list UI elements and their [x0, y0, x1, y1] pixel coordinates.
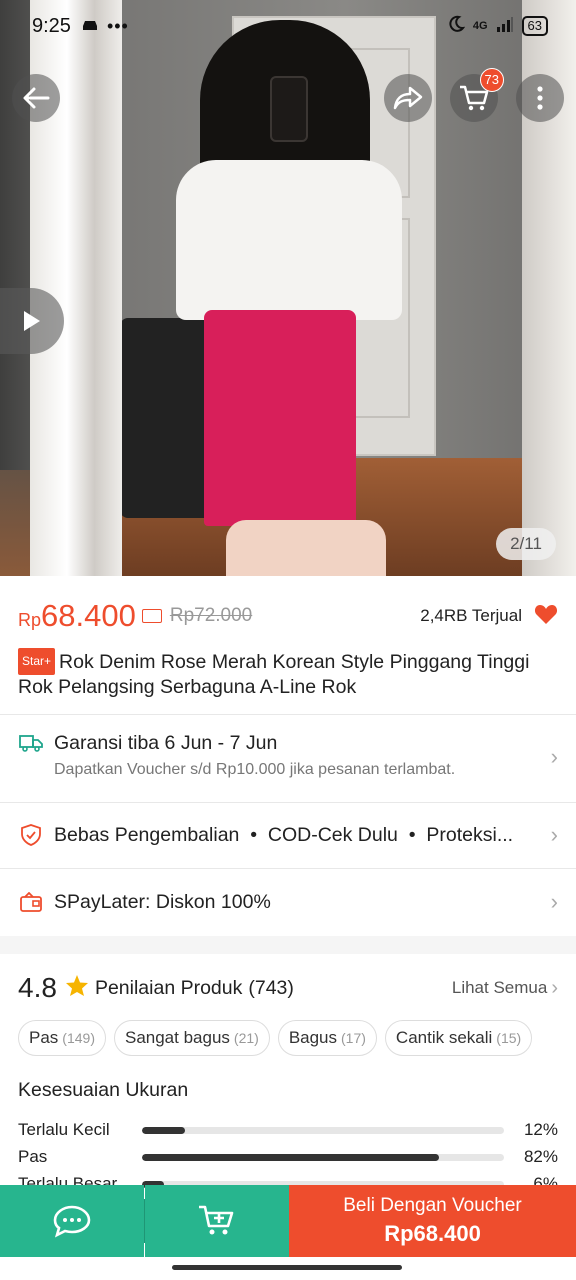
truck-icon — [18, 734, 44, 752]
shipping-subtitle: Dapatkan Voucher s/d Rp10.000 jika pesan… — [54, 761, 456, 778]
star-icon — [65, 974, 89, 1003]
back-button[interactable] — [12, 74, 60, 122]
original-price: Rp72.000 — [169, 605, 253, 626]
review-chips: Pas (149) Sangat bagus (21) Bagus (17) Cant… — [18, 1020, 568, 1056]
review-chip[interactable]: Bagus (17) — [277, 1020, 377, 1056]
paylater-text: SPayLater: Diskon 100% — [54, 890, 271, 913]
status-time: 9:25 — [32, 14, 71, 37]
arrow-left-icon — [23, 87, 50, 109]
chip-label: Pas — [29, 1028, 59, 1047]
moon-icon — [447, 15, 466, 38]
size-fit-bar — [142, 1153, 504, 1161]
services-row[interactable]: Bebas Pengembalian • COD-Cek Dulu • Prot… — [18, 820, 558, 850]
add-to-cart-button[interactable] — [145, 1185, 289, 1257]
shipping-row[interactable]: Garansi tiba 6 Jun - 7 Jun Dapatkan Vouc… — [18, 732, 558, 788]
chip-count: (149) — [62, 1030, 95, 1046]
see-all-link[interactable]: Lihat Semua — [452, 978, 547, 998]
buy-with-voucher-button[interactable]: Beli Dengan Voucher Rp68.400 — [289, 1185, 576, 1257]
chip-label: Cantik sekali — [395, 1028, 493, 1047]
buy-button-price: Rp68.400 — [384, 1221, 481, 1246]
status-bar: 9:25 ••• 4G 63 — [0, 0, 576, 52]
car-icon — [81, 16, 99, 37]
voucher-icon — [141, 609, 162, 623]
size-fit-label: Terlalu Kecil — [18, 1120, 110, 1139]
play-video-button[interactable] — [0, 288, 64, 354]
size-fit-percent: 82% — [523, 1147, 558, 1166]
network-label: 4G — [472, 20, 488, 32]
section-divider — [0, 936, 576, 954]
chevron-right-icon: › — [551, 976, 558, 999]
size-fit-bar-fill — [142, 1126, 186, 1134]
cart-count-badge: 73 — [479, 68, 504, 92]
chevron-right-icon: › — [550, 822, 558, 847]
review-chip[interactable]: Cantik sekali (15) — [384, 1020, 533, 1056]
services-text: Bebas Pengembalian • COD-Cek Dulu • Prot… — [54, 823, 514, 846]
more-vertical-icon — [537, 86, 543, 110]
signal-icon — [496, 16, 514, 37]
chip-label: Bagus — [288, 1028, 338, 1047]
divider — [0, 802, 576, 803]
share-button[interactable] — [384, 74, 432, 122]
image-model-shirt — [176, 160, 402, 320]
size-fit-bar-fill — [142, 1153, 439, 1161]
chip-count: (21) — [233, 1030, 259, 1046]
status-right: 4G 63 — [447, 15, 548, 38]
share-icon — [393, 86, 423, 110]
chevron-right-icon: › — [550, 744, 558, 769]
buy-button-label: Beli Dengan Voucher — [343, 1195, 522, 1216]
more-notifications-icon: ••• — [106, 15, 129, 36]
rating-count: (743) — [248, 976, 294, 999]
chat-button[interactable] — [0, 1185, 144, 1257]
cart-button[interactable]: 73 — [450, 68, 504, 122]
shipping-title: Garansi tiba 6 Jun - 7 Jun — [54, 732, 278, 754]
price-value: 68.400 — [41, 598, 136, 633]
play-icon — [24, 311, 40, 331]
chip-count: (17) — [341, 1030, 366, 1046]
size-fit-row: Pas 82% — [18, 1145, 558, 1169]
size-fit-label: Pas — [18, 1147, 48, 1166]
size-fit-percent: 12% — [523, 1120, 558, 1139]
image-counter: 2/11 — [496, 528, 556, 560]
chip-count: (15) — [496, 1030, 522, 1046]
paylater-row[interactable]: SPayLater: Diskon 100% › — [18, 887, 558, 917]
image-model-phone — [270, 76, 308, 142]
shield-icon — [18, 824, 44, 846]
add-to-cart-icon — [199, 1205, 234, 1235]
price-row: Rp 68.400 Rp72.000 2,4RB Terjual — [18, 594, 558, 638]
image-model-legs — [226, 520, 386, 576]
home-indicator[interactable] — [172, 1265, 402, 1270]
rating-title: Penilaian Produk — [94, 976, 243, 999]
heart-icon[interactable] — [534, 603, 558, 630]
divider — [0, 868, 576, 869]
size-fit-row: Terlalu Kecil 12% — [18, 1118, 558, 1142]
size-fit-title: Kesesuaian Ukuran — [18, 1079, 189, 1101]
divider — [0, 714, 576, 715]
rating-header: 4.8 Penilaian Produk (743) Lihat Semua › — [18, 972, 558, 1004]
bottom-action-bar: Beli Dengan Voucher Rp68.400 — [0, 1185, 576, 1257]
review-chip[interactable]: Sangat bagus (21) — [113, 1020, 270, 1056]
image-model-skirt — [204, 310, 356, 526]
chat-icon — [53, 1205, 91, 1238]
paylater-icon — [18, 892, 44, 912]
sold-count: 2,4RB Terjual — [420, 606, 522, 625]
size-fit-bar — [142, 1126, 504, 1134]
review-chip[interactable]: Pas (149) — [18, 1020, 106, 1056]
price-currency: Rp — [18, 609, 42, 630]
product-title-block: Star+ Rok Denim Rose Merah Korean Style P… — [18, 648, 558, 700]
battery-indicator: 63 — [521, 16, 548, 36]
star-plus-badge: Star+ — [18, 648, 56, 675]
product-title: Rok Denim Rose Merah Korean Style Pingga… — [18, 651, 530, 698]
rating-score: 4.8 — [18, 972, 57, 1003]
more-options-button[interactable] — [516, 74, 564, 122]
chip-label: Sangat bagus — [124, 1028, 230, 1047]
chevron-right-icon: › — [550, 889, 558, 914]
